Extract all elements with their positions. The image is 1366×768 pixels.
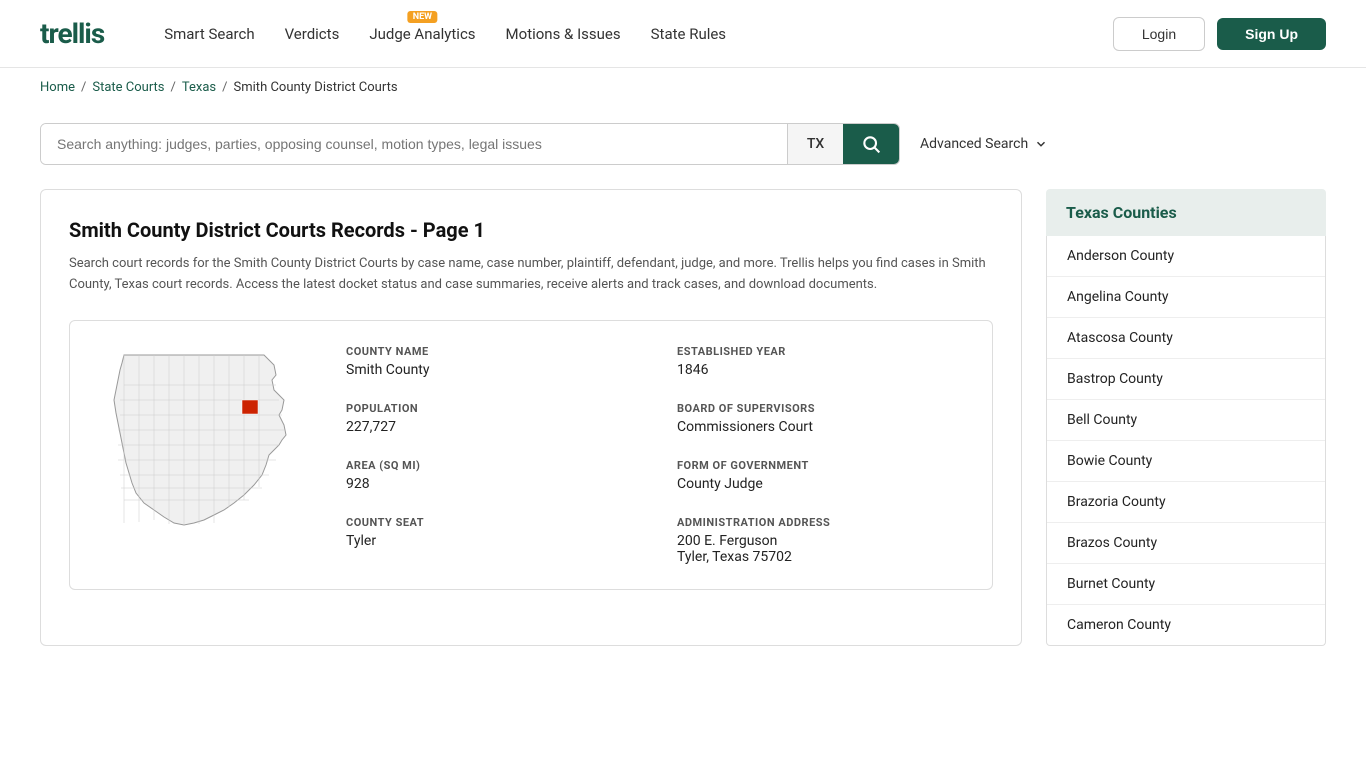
page-description: Search court records for the Smith Count…	[69, 254, 993, 296]
county-list: Anderson CountyAngelina CountyAtascosa C…	[1046, 236, 1326, 646]
search-section: TX Advanced Search	[0, 107, 1366, 189]
sidebar-county-item[interactable]: Bell County	[1047, 400, 1325, 441]
breadcrumb-link-0[interactable]: Home	[40, 80, 75, 95]
nav-item-judge-analytics[interactable]: Judge AnalyticsNEW	[369, 25, 475, 43]
breadcrumb-separator: /	[81, 80, 86, 95]
established-year-detail: ESTABLISHED YEAR 1846	[677, 345, 968, 378]
search-state: TX	[787, 124, 843, 164]
search-button[interactable]	[843, 124, 899, 164]
sidebar-county-item[interactable]: Bastrop County	[1047, 359, 1325, 400]
sidebar: Texas Counties Anderson CountyAngelina C…	[1046, 189, 1326, 646]
login-button[interactable]: Login	[1113, 17, 1205, 51]
signup-button[interactable]: Sign Up	[1217, 18, 1326, 50]
nav-item-verdicts[interactable]: Verdicts	[285, 25, 340, 43]
search-container: TX	[40, 123, 900, 165]
main-nav: Smart Search Verdicts Judge AnalyticsNEW Mo…	[164, 25, 726, 43]
sidebar-county-item[interactable]: Angelina County	[1047, 277, 1325, 318]
breadcrumb: Home / State Courts / Texas / Smith County Dis…	[0, 68, 1366, 107]
address-detail: ADMINISTRATION ADDRESS 200 E. Ferguson T…	[677, 516, 968, 565]
sidebar-county-item[interactable]: Brazos County	[1047, 523, 1325, 564]
breadcrumb-separator: /	[171, 80, 176, 95]
sidebar-county-item[interactable]: Brazoria County	[1047, 482, 1325, 523]
supervisors-detail: BOARD OF SUPERVISORS Commissioners Court	[677, 402, 968, 435]
breadcrumb-current: Smith County District Courts	[234, 80, 398, 95]
page-title: Smith County District Courts Records - P…	[69, 218, 993, 242]
breadcrumb-link-1[interactable]: State Courts	[92, 80, 164, 95]
county-map	[94, 345, 314, 565]
county-seat-detail: COUNTY SEAT Tyler	[346, 516, 637, 565]
nav-item-smart-search[interactable]: Smart Search	[164, 25, 254, 43]
area-detail: AREA (SQ MI) 928	[346, 459, 637, 492]
sidebar-county-item[interactable]: Bowie County	[1047, 441, 1325, 482]
content-area: Smith County District Courts Records - P…	[40, 189, 1022, 646]
population-detail: POPULATION 227,727	[346, 402, 637, 435]
search-input[interactable]	[41, 124, 787, 164]
sidebar-county-item[interactable]: Burnet County	[1047, 564, 1325, 605]
nav-item-motions-issues[interactable]: Motions & Issues	[506, 25, 621, 43]
search-icon	[861, 134, 881, 154]
sidebar-header: Texas Counties	[1046, 189, 1326, 236]
logo[interactable]: trellis	[40, 17, 104, 50]
sidebar-county-item[interactable]: Anderson County	[1047, 236, 1325, 277]
advanced-search[interactable]: Advanced Search	[920, 136, 1048, 152]
breadcrumb-separator: /	[222, 80, 227, 95]
main-layout: Smith County District Courts Records - P…	[0, 189, 1366, 686]
county-card: COUNTY NAME Smith County ESTABLISHED YEA…	[69, 320, 993, 590]
sidebar-county-item[interactable]: Cameron County	[1047, 605, 1325, 645]
county-details: COUNTY NAME Smith County ESTABLISHED YEA…	[346, 345, 968, 565]
auth-buttons: Login Sign Up	[1113, 17, 1326, 51]
government-detail: FORM OF GOVERNMENT County Judge	[677, 459, 968, 492]
sidebar-county-item[interactable]: Atascosa County	[1047, 318, 1325, 359]
header: trellis Smart Search Verdicts Judge Analyt…	[0, 0, 1366, 68]
county-name-detail: COUNTY NAME Smith County	[346, 345, 637, 378]
texas-map-svg	[94, 345, 314, 545]
breadcrumb-link-2[interactable]: Texas	[182, 80, 216, 95]
nav-item-state-rules[interactable]: State Rules	[651, 25, 726, 43]
chevron-down-icon	[1034, 137, 1048, 151]
